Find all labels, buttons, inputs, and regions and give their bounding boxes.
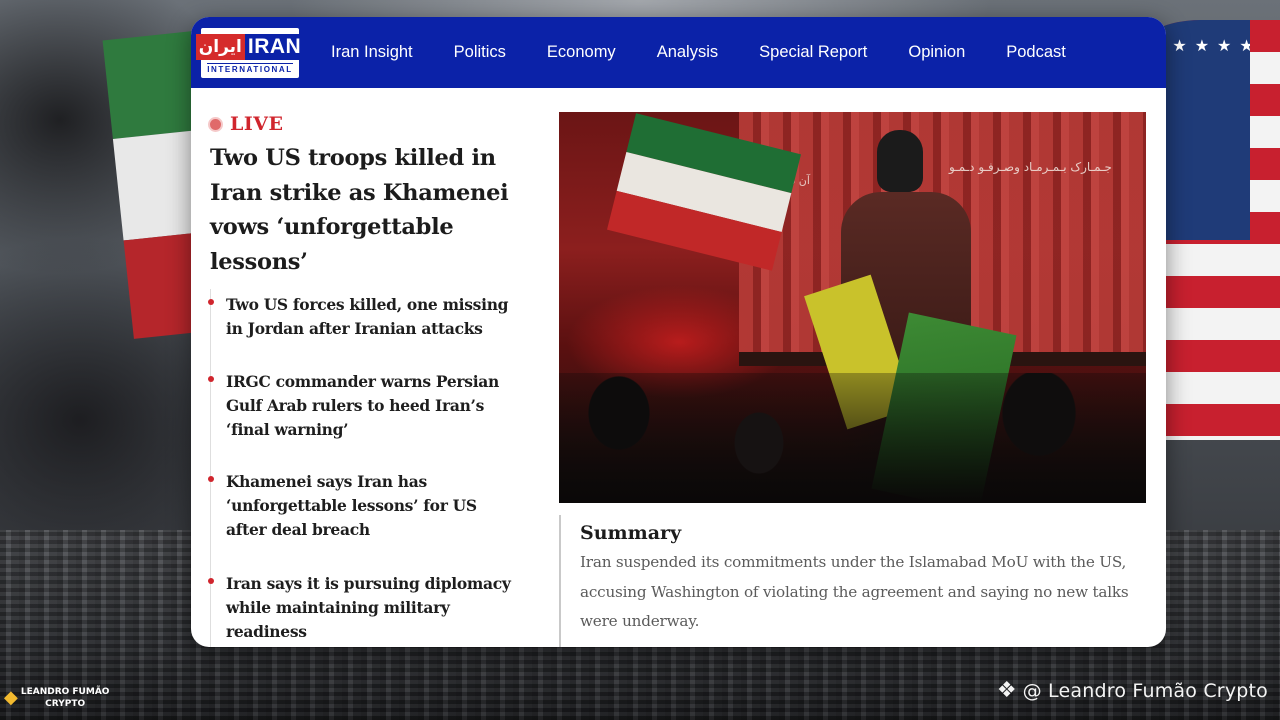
logo-persian-text: ایران [195,33,245,60]
summary-body: Iran suspended its commitments under the… [580,553,1129,630]
live-badge: LIVE [210,113,510,135]
related-story-title[interactable]: Iran says it is pursuing diplomacy while… [226,572,516,644]
summary-box: Summary Iran suspended its commitments u… [559,515,1149,647]
watermark-left-line1: LEANDRO FUMÃO [20,687,110,697]
stage-banner-text: جـمـارک بـمـرمـاد وصـرفـو دـمـو [949,160,1112,174]
nav-item-politics[interactable]: Politics [454,43,506,62]
bullet-dot-icon [208,578,214,584]
watermark-right: ❖ @ Leandro Fumão Crypto [996,678,1268,703]
hero-image[interactable]: جـمـارک بـمـرمـاد وصـرفـو دـمـو آن شـب ق… [559,112,1146,503]
lead-headline[interactable]: Two US troops killed in Iran strike as K… [210,141,510,279]
live-label: LIVE [230,113,284,135]
bullet-dot-icon [208,476,214,482]
list-item[interactable]: IRGC commander warns Persian Gulf Arab r… [208,370,516,442]
nav-item-podcast[interactable]: Podcast [1006,43,1066,62]
live-dot-icon [210,118,221,130]
watermark-left-line2: CRYPTO [45,699,86,709]
nav-item-iran-insight[interactable]: Iran Insight [331,43,413,62]
related-story-title[interactable]: IRGC commander warns Persian Gulf Arab r… [226,370,516,442]
watermark-left: ◆ LEANDRO FUMÃO CRYPTO [4,686,109,710]
nav-item-special-report[interactable]: Special Report [759,43,867,62]
logo-subtitle: INTERNATIONAL [207,62,293,74]
nav-item-opinion[interactable]: Opinion [908,43,965,62]
watermark-right-text: @ Leandro Fumão Crypto [1022,680,1268,702]
logo-english-text: IRAN [244,33,305,60]
list-item[interactable]: Two US forces killed, one missing in Jor… [208,293,516,341]
top-navbar: ایران IRAN INTERNATIONAL Iran Insight Po… [191,17,1166,88]
crowd-silhouettes [559,373,1146,503]
related-stories-list: Two US forces killed, one missing in Jor… [208,289,511,647]
summary-title: Summary [580,522,682,544]
nav-item-analysis[interactable]: Analysis [657,43,718,62]
related-story-title[interactable]: Two US forces killed, one missing in Jor… [226,293,516,341]
binance-diamond-icon: ❖ [996,678,1017,703]
list-item[interactable]: Khamenei says Iran has ‘unforgettable le… [208,470,516,542]
nav-item-economy[interactable]: Economy [547,43,616,62]
related-story-title[interactable]: Khamenei says Iran has ‘unforgettable le… [226,470,516,542]
bullet-dot-icon [208,299,214,305]
binance-diamond-icon: ◆ [4,687,18,708]
speaker-head [877,130,923,192]
list-item[interactable]: Iran says it is pursuing diplomacy while… [208,572,516,644]
bullet-dot-icon [208,376,214,382]
article-card: ایران IRAN INTERNATIONAL Iran Insight Po… [191,17,1166,647]
site-logo[interactable]: ایران IRAN INTERNATIONAL [195,27,305,78]
lead-story: LIVE Two US troops killed in Iran strike… [210,113,510,279]
